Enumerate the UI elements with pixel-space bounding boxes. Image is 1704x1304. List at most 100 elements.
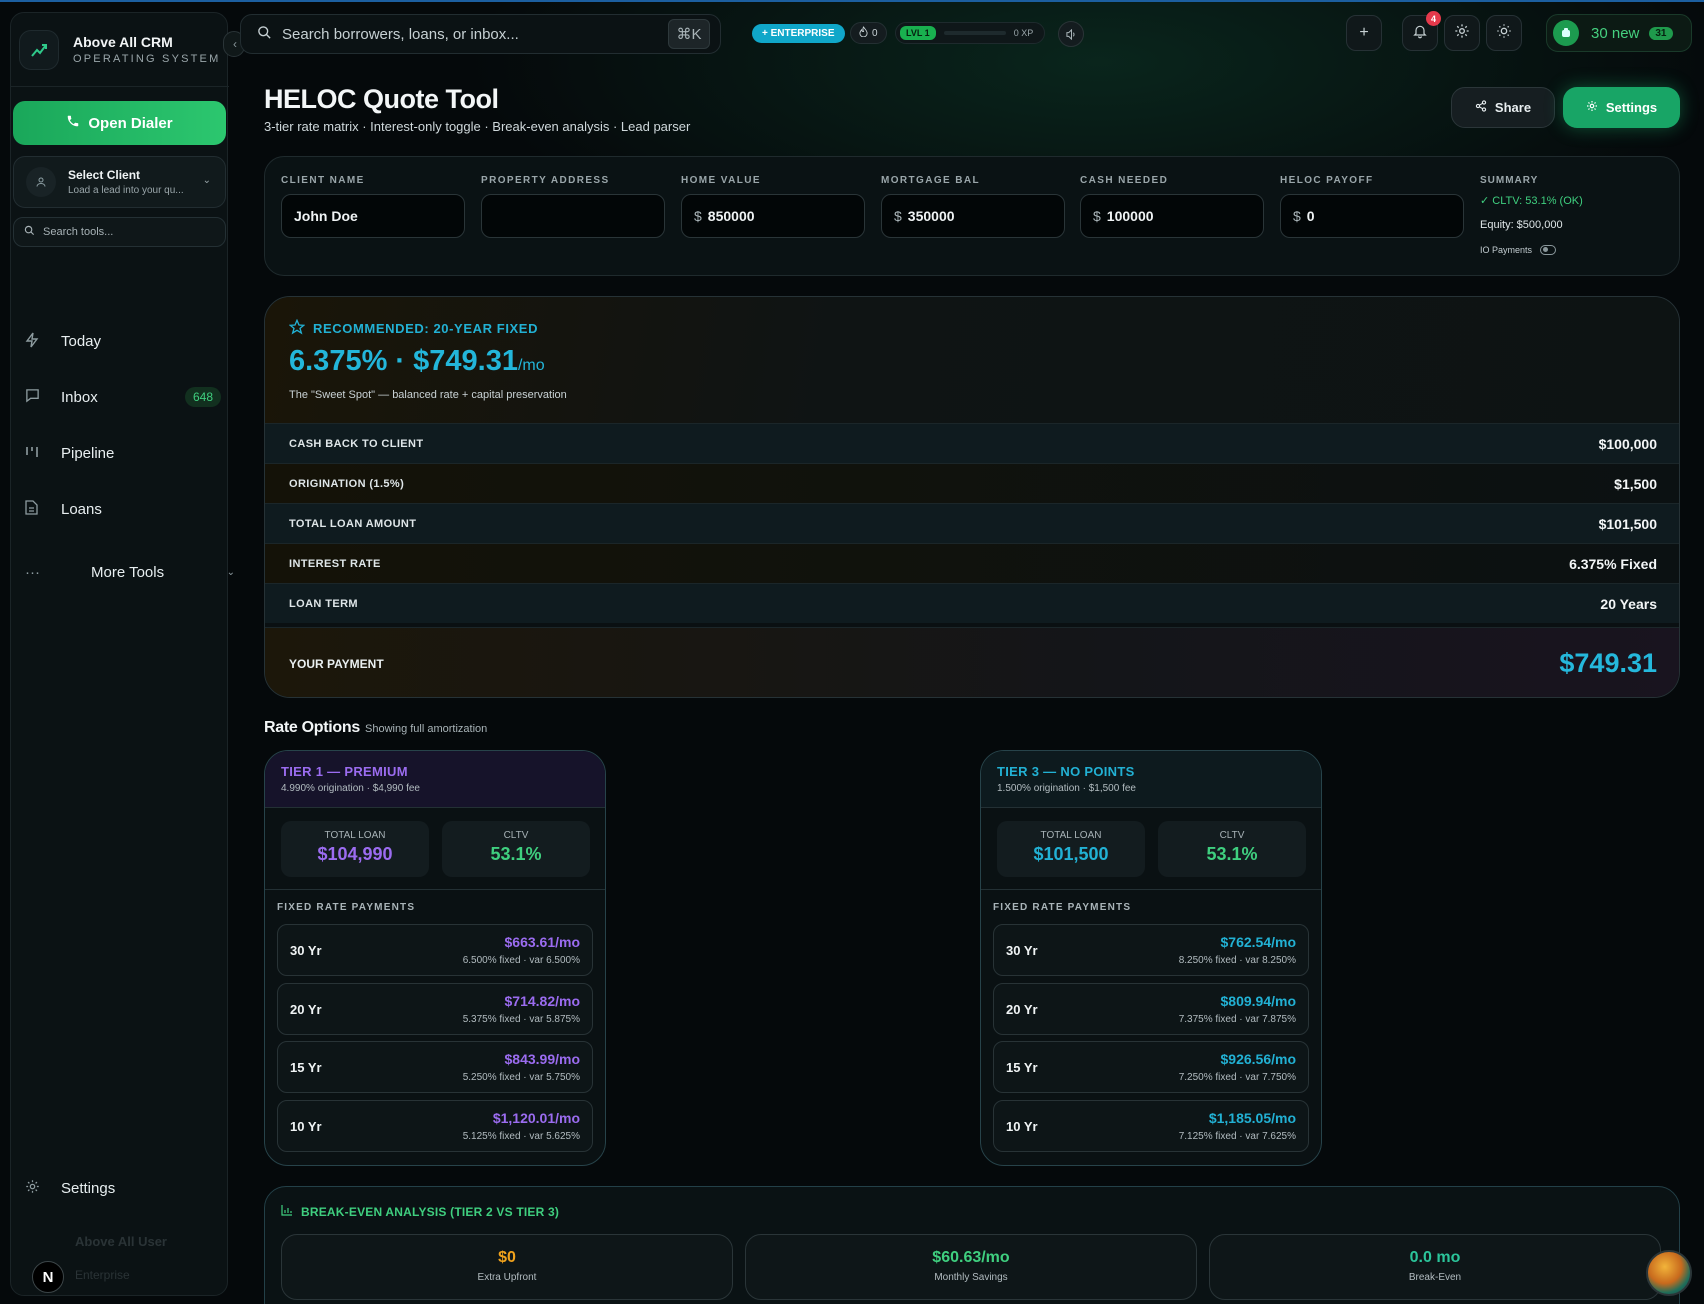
stat-value: 0.0 mo	[1409, 1249, 1461, 1266]
break-even-title: BREAK-EVEN ANALYSIS (TIER 2 VS TIER 3)	[281, 1204, 559, 1219]
brand-name: Above All CRM	[73, 34, 173, 50]
quote-row-value: 20 Years	[1600, 595, 1657, 612]
field-label: PROPERTY ADDRESS	[481, 175, 610, 186]
recommended-header: RECOMMENDED: 20-YEAR FIXED 6.375% · $749…	[265, 297, 1679, 423]
home-value-input[interactable]: $ 850000	[681, 194, 865, 238]
io-payments-toggle[interactable]	[1540, 245, 1557, 255]
theme-toggle-button[interactable]	[1486, 15, 1522, 51]
term-option[interactable]: 15 Yr $926.56/mo 7.250% fixed · var 7.75…	[993, 1041, 1309, 1093]
user-profile[interactable]: Above All User Enterprise N	[25, 1231, 215, 1293]
select-client-title: Select Client	[68, 168, 141, 182]
stat-value: 53.1%	[1206, 844, 1258, 864]
sidebar-item-today[interactable]: Today	[25, 325, 221, 357]
term-payment: $1,120.01/mo	[492, 1110, 580, 1126]
heloc-payoff-field: HELOC PAYOFF $ 0	[1280, 175, 1464, 238]
settings-button[interactable]: Settings	[1563, 87, 1680, 128]
search-tools-input[interactable]: Search tools...	[13, 217, 226, 247]
term-option[interactable]: 30 Yr $762.54/mo 8.250% fixed · var 8.25…	[993, 924, 1309, 976]
add-button[interactable]: +	[1346, 15, 1382, 51]
sidebar-item-inbox[interactable]: Inbox 648	[25, 381, 221, 413]
sidebar-item-label: Inbox	[61, 388, 98, 406]
stat-label: CLTV	[1219, 830, 1245, 841]
speaker-icon[interactable]	[1058, 21, 1084, 47]
more-tools-toggle[interactable]: ··· More Tools ⌄	[25, 558, 235, 586]
io-payments-row: IO Payments	[1480, 245, 1583, 255]
sidebar-item-loans[interactable]: Loans	[25, 493, 221, 525]
quote-row: CASH BACK TO CLIENT $100,000	[265, 423, 1679, 463]
plan-badge: + ENTERPRISE	[752, 24, 845, 43]
currency-prefix: $	[1293, 208, 1301, 224]
break-even-stat: 0.0 mo Break-Even	[1209, 1234, 1661, 1300]
client-name-input[interactable]: John Doe	[281, 194, 465, 238]
sun-icon	[1496, 23, 1512, 44]
term-length: 10 Yr	[1006, 1119, 1038, 1134]
more-tools-label: More Tools	[91, 563, 165, 581]
term-option[interactable]: 10 Yr $1,120.01/mo 5.125% fixed · var 5.…	[277, 1100, 593, 1152]
stat-label: Extra Upfront	[477, 1272, 537, 1283]
streak-counter: 0	[850, 22, 887, 44]
stat-value: $101,500	[1033, 844, 1109, 864]
term-option[interactable]: 20 Yr $714.82/mo 5.375% fixed · var 5.87…	[277, 983, 593, 1035]
home-value-field: HOME VALUE $ 850000	[681, 175, 865, 238]
bolt-icon	[25, 332, 43, 351]
heloc-payoff-input[interactable]: $ 0	[1280, 194, 1464, 238]
new-leads-label: 30 new	[1591, 24, 1640, 42]
sidebar-item-settings[interactable]: Settings	[25, 1173, 215, 1203]
tier-3-card[interactable]: TIER 3 — NO POINTS 1.500% origination · …	[980, 750, 1322, 1166]
per-month: /mo	[517, 357, 545, 374]
open-dialer-button[interactable]: Open Dialer	[13, 101, 226, 145]
global-search-placeholder: Search borrowers, loans, or inbox...	[282, 25, 519, 43]
cash-needed-input[interactable]: $ 100000	[1080, 194, 1264, 238]
page-title: HELOC Quote Tool	[264, 84, 499, 114]
property-address-input[interactable]	[481, 194, 665, 238]
select-client-dropdown[interactable]: Select Client Load a lead into your qu..…	[13, 156, 226, 208]
term-rates: 7.125% fixed · var 7.625%	[1178, 1131, 1296, 1142]
quote-row-label: INTEREST RATE	[289, 557, 381, 570]
share-icon	[1475, 100, 1487, 115]
divider	[981, 889, 1321, 890]
recommended-card: RECOMMENDED: 20-YEAR FIXED 6.375% · $749…	[264, 296, 1680, 698]
term-option[interactable]: 30 Yr $663.61/mo 6.500% fixed · var 6.50…	[277, 924, 593, 976]
io-payments-label: IO Payments	[1480, 245, 1533, 255]
client-name-field: CLIENT NAME John Doe	[281, 175, 465, 238]
term-option[interactable]: 10 Yr $1,185.05/mo 7.125% fixed · var 7.…	[993, 1100, 1309, 1152]
settings-label: Settings	[1605, 100, 1658, 115]
brand[interactable]: Above All CRM OPERATING SYSTEM	[11, 13, 229, 87]
select-client-subtitle: Load a lead into your qu...	[68, 185, 184, 196]
notifications-button[interactable]: 4	[1402, 11, 1441, 51]
sidebar-item-label: Loans	[61, 500, 102, 518]
quote-row: TOTAL LOAN AMOUNT $101,500	[265, 503, 1679, 543]
term-option[interactable]: 15 Yr $843.99/mo 5.250% fixed · var 5.75…	[277, 1041, 593, 1093]
term-payment: $663.61/mo	[504, 934, 581, 950]
monthly-savings-stat: $60.63/mo Monthly Savings	[745, 1234, 1197, 1300]
brand-subtitle: OPERATING SYSTEM	[73, 53, 221, 65]
tier-1-card[interactable]: TIER 1 — PREMIUM 4.990% origination · $4…	[264, 750, 606, 1166]
search-icon	[257, 25, 272, 44]
gear-icon	[1454, 23, 1470, 44]
term-payment: $762.54/mo	[1220, 934, 1297, 950]
pipeline-icon	[25, 445, 43, 462]
equity-value: Equity: $500,000	[1480, 219, 1563, 231]
currency-prefix: $	[894, 208, 902, 224]
mortgage-balance-input[interactable]: $ 350000	[881, 194, 1065, 238]
xp-progress-bar	[943, 31, 1006, 35]
assistant-avatar[interactable]	[1646, 1250, 1692, 1296]
tier-name: TIER 1 — PREMIUM	[281, 764, 408, 779]
shortcut-badge: ⌘K	[668, 19, 710, 49]
cltv-stat: CLTV 53.1%	[1158, 821, 1306, 877]
currency-prefix: $	[694, 208, 702, 224]
term-option[interactable]: 20 Yr $809.94/mo 7.375% fixed · var 7.87…	[993, 983, 1309, 1035]
quote-row-value: $100,000	[1598, 435, 1657, 452]
home-value-value: 850000	[707, 208, 755, 224]
gear-icon	[1586, 100, 1598, 115]
sidebar-item-pipeline[interactable]: Pipeline	[25, 437, 221, 469]
share-label: Share	[1494, 100, 1532, 115]
share-button[interactable]: Share	[1451, 87, 1555, 128]
global-search-input[interactable]: Search borrowers, loans, or inbox... ⌘K	[240, 14, 721, 54]
topbar: Search borrowers, loans, or inbox... ⌘K …	[240, 11, 1692, 56]
your-payment-label: YOUR PAYMENT	[289, 656, 384, 671]
settings-gear-button[interactable]	[1444, 15, 1480, 51]
rate-options-subtitle: Showing full amortization	[365, 723, 488, 735]
mortgage-balance-value: 350000	[907, 208, 955, 224]
new-leads-button[interactable]: 30 new 31	[1546, 14, 1692, 52]
